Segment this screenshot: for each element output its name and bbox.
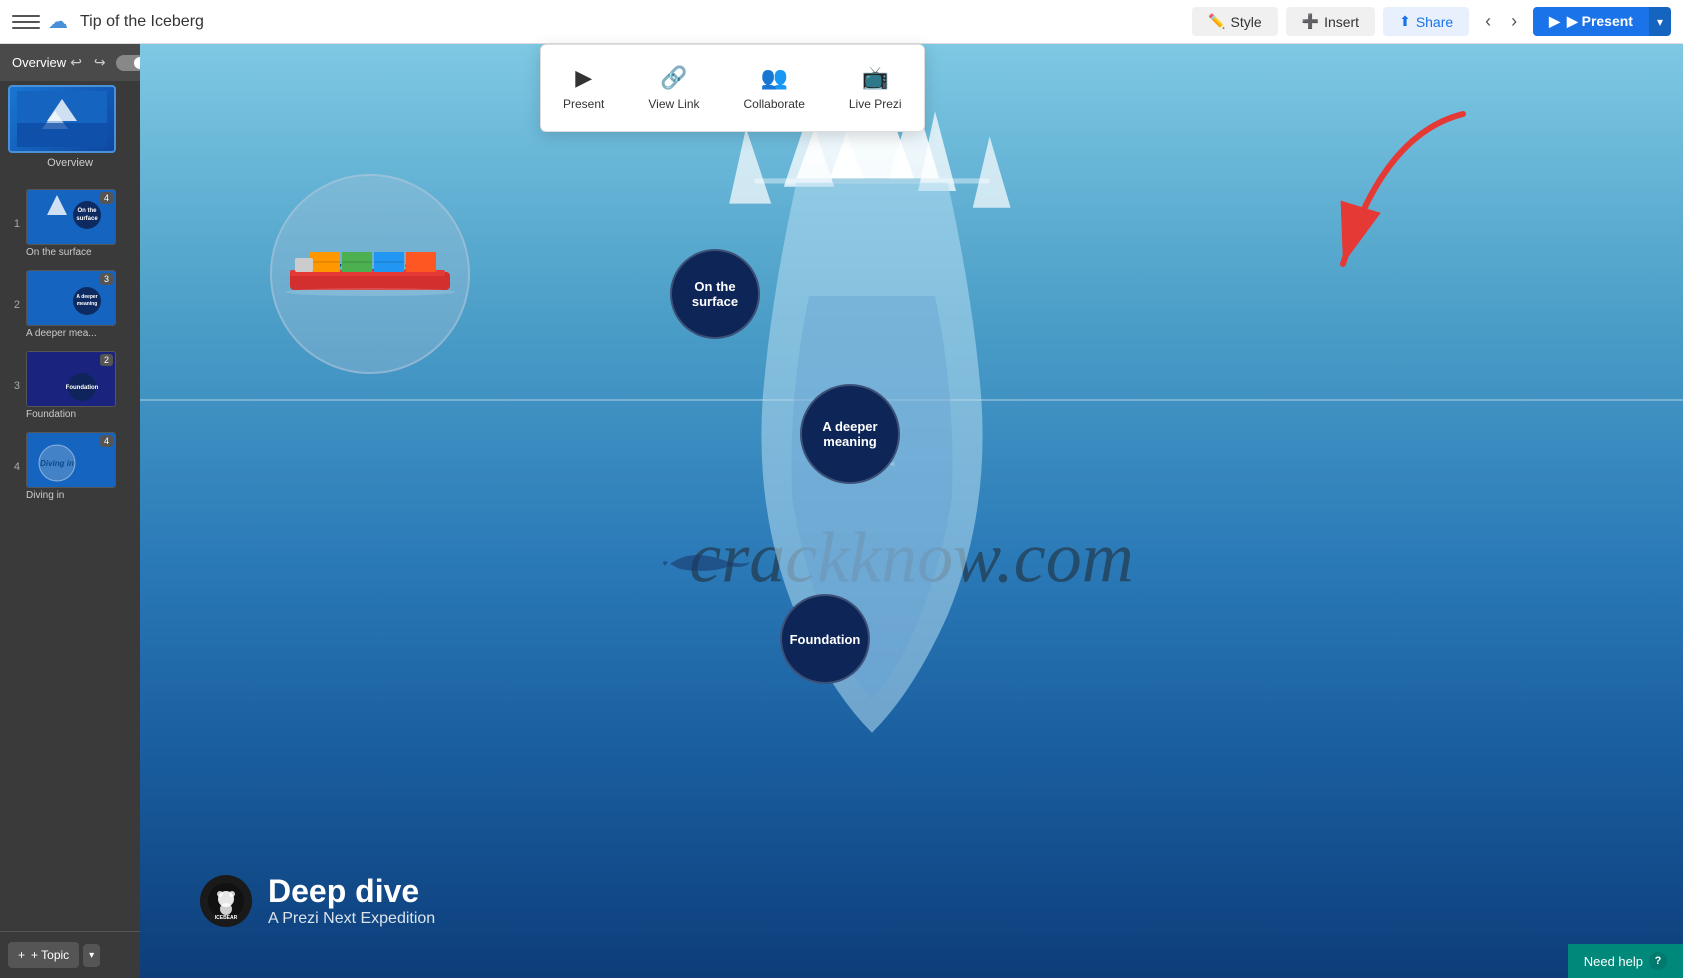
polar-bear-icon: ICEBEAR xyxy=(206,881,246,921)
iceberg-svg xyxy=(662,44,1082,978)
present-dropdown-button[interactable]: ▾ xyxy=(1649,7,1671,36)
slide-item-4[interactable]: 4 Diving in 4 Diving in xyxy=(0,428,140,505)
redo-button[interactable]: ↪ xyxy=(90,52,110,73)
document-title: Tip of the Iceberg xyxy=(80,13,1184,31)
add-topic-button[interactable]: + + Topic xyxy=(8,942,79,968)
slide-thumb-2: A deeper meaning 3 xyxy=(26,270,116,326)
slide-item-1[interactable]: 1 On the surface 4 On the surface xyxy=(0,185,140,262)
present-group: ▶ ▶ Present ▾ xyxy=(1533,7,1671,36)
svg-text:On the: On the xyxy=(78,208,98,214)
share-present-item[interactable]: ▶ Present xyxy=(541,53,626,123)
slide-label-4: Diving in xyxy=(26,490,116,501)
share-button[interactable]: ⬆ Share xyxy=(1383,7,1469,36)
undo-button[interactable]: ↩ xyxy=(66,52,86,73)
svg-text:meaning: meaning xyxy=(77,301,98,307)
svg-text:A deeper: A deeper xyxy=(76,294,97,300)
need-help-label: Need help xyxy=(1584,954,1643,969)
slide-item-2[interactable]: 2 A deeper meaning 3 A deeper mea... xyxy=(0,266,140,343)
red-arrow-svg xyxy=(1283,104,1503,304)
slide-item-3[interactable]: 3 Foundation 2 Foundation xyxy=(0,347,140,424)
deep-dive-subtitle: A Prezi Next Expedition xyxy=(268,910,435,928)
overview-slide[interactable]: Overview xyxy=(0,81,140,177)
share-liveprezi-item[interactable]: 📺 Live Prezi xyxy=(827,53,924,123)
sidebar-header: Overview ↩ ↪ Animations xyxy=(0,44,140,81)
collaborate-icon: 👥 xyxy=(760,65,787,91)
slide-thumb-3: Foundation 2 xyxy=(26,351,116,407)
on-the-surface-circle[interactable]: On thesurface xyxy=(670,249,760,339)
overview-label: Overview xyxy=(12,55,66,70)
share-dropdown: ▶ Present 🔗 View Link 👥 Collaborate 📺 Li… xyxy=(540,44,925,132)
present-button[interactable]: ▶ ▶ Present xyxy=(1533,7,1649,36)
slide-badge-3: 2 xyxy=(100,354,113,366)
overview-thumb-svg xyxy=(17,91,107,147)
present-dropdown-icon: ▶ xyxy=(575,65,592,91)
add-topic-dropdown-button[interactable]: ▾ xyxy=(83,944,100,967)
collaborate-label: Collaborate xyxy=(744,97,805,111)
style-tab[interactable]: ✏️ Style xyxy=(1192,7,1278,36)
red-arrow-annotation xyxy=(1283,104,1503,309)
slide-num-3: 3 xyxy=(8,380,20,392)
next-button[interactable]: › xyxy=(1503,7,1525,36)
svg-text:surface: surface xyxy=(76,216,98,222)
sidebar-bottom: + + Topic ▾ xyxy=(0,931,140,978)
canvas-background: Diving in xyxy=(140,44,1683,978)
viewlink-icon: 🔗 xyxy=(660,65,687,91)
slide-thumb-4: Diving in 4 xyxy=(26,432,116,488)
whale-svg xyxy=(660,544,760,579)
main-canvas: Diving in xyxy=(140,44,1683,978)
slide-num-1: 1 xyxy=(8,218,20,230)
nav-arrows: ‹ › xyxy=(1477,7,1525,36)
insert-icon: ➕ xyxy=(1302,13,1319,30)
slide-num-2: 2 xyxy=(8,299,20,311)
ship-svg xyxy=(280,242,460,297)
whale-decoration xyxy=(660,544,760,584)
overview-label-text: Overview xyxy=(8,157,132,169)
slide-badge-4: 4 xyxy=(100,435,113,447)
deeper-meaning-circle[interactable]: A deepermeaning xyxy=(800,384,900,484)
svg-text:Diving in: Diving in xyxy=(40,459,74,468)
insert-tab[interactable]: ➕ Insert xyxy=(1286,7,1375,36)
slide-label-3: Foundation xyxy=(26,409,116,420)
slide-label-2: A deeper mea... xyxy=(26,328,116,339)
share-viewlink-item[interactable]: 🔗 View Link xyxy=(626,53,721,123)
undo-redo-group: ↩ ↪ xyxy=(66,52,109,73)
slide-thumb-1: On the surface 4 xyxy=(26,189,116,245)
help-icon: ? xyxy=(1649,952,1667,970)
slide-badge-2: 3 xyxy=(100,273,113,285)
slide-num-4: 4 xyxy=(8,461,20,473)
cloud-icon: ☁ xyxy=(48,9,68,34)
share-collaborate-item[interactable]: 👥 Collaborate xyxy=(722,53,827,123)
foundation-text: Foundation xyxy=(790,632,861,647)
play-icon: ▶ xyxy=(1549,13,1560,30)
menu-button[interactable] xyxy=(12,8,40,36)
foundation-circle[interactable]: Foundation xyxy=(780,594,870,684)
deep-dive-title: Deep dive xyxy=(268,873,435,910)
svg-text:ICEBEAR: ICEBEAR xyxy=(215,915,238,921)
sidebar-slides: 1 On the surface 4 On the surface 2 xyxy=(0,177,140,931)
viewlink-label: View Link xyxy=(648,97,699,111)
slide-label-1: On the surface xyxy=(26,247,116,258)
add-icon: + xyxy=(18,948,25,962)
polar-bear-logo: ICEBEAR xyxy=(200,875,252,927)
liveprezi-icon: 📺 xyxy=(862,65,889,91)
on-the-surface-text: On thesurface xyxy=(692,279,738,309)
overview-thumb xyxy=(8,85,116,153)
need-help-button[interactable]: Need help ? xyxy=(1568,944,1683,978)
share-icon: ⬆ xyxy=(1399,13,1411,30)
ship xyxy=(280,242,460,302)
bottom-info: ICEBEAR Deep dive A Prezi Next Expeditio… xyxy=(200,873,435,928)
present-dropdown-label: Present xyxy=(563,97,604,111)
topbar: ☁ Tip of the Iceberg ✏️ Style ➕ Insert ⬆… xyxy=(0,0,1683,44)
liveprezi-label: Live Prezi xyxy=(849,97,902,111)
bottom-text-group: Deep dive A Prezi Next Expedition xyxy=(268,873,435,928)
sidebar: Overview ↩ ↪ Animations Overview xyxy=(0,44,140,978)
style-icon: ✏️ xyxy=(1208,13,1225,30)
svg-text:Foundation: Foundation xyxy=(66,385,99,391)
prev-button[interactable]: ‹ xyxy=(1477,7,1499,36)
slide-badge-1: 4 xyxy=(100,192,113,204)
deeper-meaning-text: A deepermeaning xyxy=(822,419,877,449)
